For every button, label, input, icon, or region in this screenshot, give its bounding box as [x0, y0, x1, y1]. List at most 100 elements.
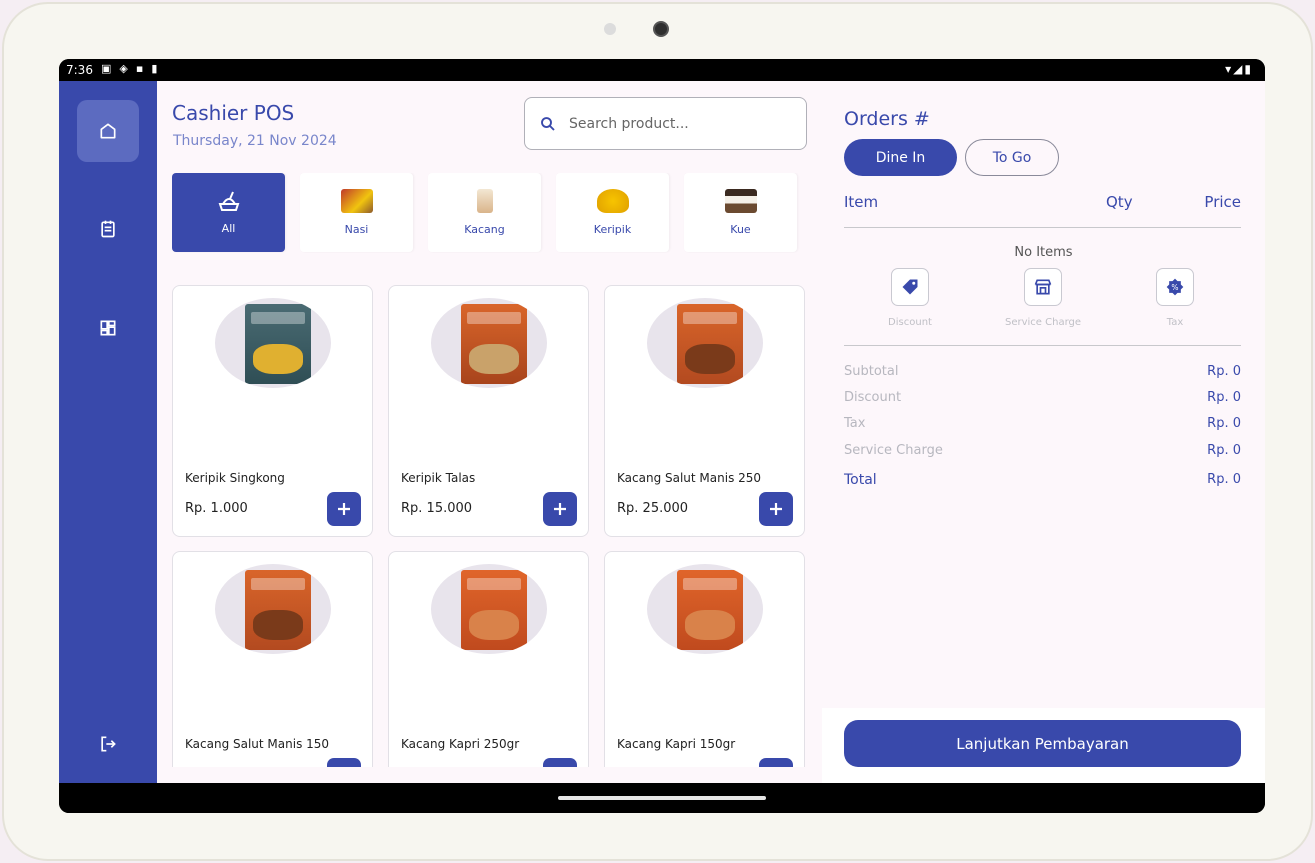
product-grid: Keripik Singkong Rp. 1.000 Keripik Talas… [172, 285, 807, 767]
product-card[interactable]: Kacang Salut Manis 150 [172, 551, 373, 767]
plus-icon [770, 503, 782, 515]
column-header-item: Item [844, 193, 879, 211]
search-input[interactable]: Search product... [524, 97, 807, 150]
empty-orders-text: No Items [1014, 245, 1073, 260]
product-card[interactable]: Keripik Singkong Rp. 1.000 [172, 285, 373, 537]
wifi-signal-battery-icons: ▾◢▮ [1225, 62, 1253, 76]
tax-option[interactable]: % Tax [1115, 268, 1235, 328]
category-kacang[interactable]: Kacang [428, 173, 541, 252]
product-card[interactable]: Kacang Kapri 150gr [604, 551, 805, 767]
logout-icon [101, 736, 116, 752]
status-time: 7:36 [66, 63, 93, 77]
sidebar-item-logout[interactable] [77, 713, 139, 775]
nasi-image [340, 189, 373, 213]
system-navigation-bar [59, 783, 1265, 813]
tax-summary-label: Tax [844, 416, 866, 431]
product-name: Keripik Singkong [185, 471, 285, 485]
discount-option[interactable]: Discount [850, 268, 970, 328]
calendar-icon: ▣ [101, 62, 112, 75]
kue-image [724, 189, 757, 213]
page-date: Thursday, 21 Nov 2024 [173, 133, 337, 149]
keripik-image [596, 189, 629, 213]
percent-badge-icon: % [1166, 278, 1184, 296]
category-nasi[interactable]: Nasi [300, 173, 413, 252]
sidebar-item-home[interactable] [77, 100, 139, 162]
category-all[interactable]: All [172, 173, 285, 252]
add-to-cart-button[interactable] [543, 758, 577, 767]
add-to-cart-button[interactable] [327, 492, 361, 526]
food-icon [218, 191, 239, 211]
home-gesture-handle[interactable] [558, 796, 766, 800]
product-card[interactable]: Keripik Talas Rp. 15.000 [388, 285, 589, 537]
total-label: Total [844, 472, 877, 488]
category-label: Nasi [344, 223, 369, 236]
search-placeholder: Search product... [569, 115, 689, 132]
product-name: Keripik Talas [401, 471, 476, 485]
subtotal-label: Subtotal [844, 364, 899, 379]
dashboard-icon [100, 320, 116, 336]
camera-lens [653, 21, 669, 37]
category-label: Kacang [464, 223, 505, 236]
plus-icon [338, 503, 350, 515]
category-kue[interactable]: Kue [684, 173, 797, 252]
service-charge-option[interactable]: Service Charge [983, 268, 1103, 328]
to-go-button[interactable]: To Go [965, 139, 1059, 176]
dine-in-button[interactable]: Dine In [844, 139, 957, 176]
service-charge-value: Rp. 0 [1207, 443, 1241, 458]
category-tabs: All Nasi Kacang Keripik Kue [172, 173, 807, 253]
kacang-image [476, 189, 493, 213]
discount-value: Rp. 0 [1207, 390, 1241, 405]
sd-card-icon: ▮ [151, 62, 158, 75]
screen: 7:36 ▣ ◈ ▪ ▮ ▾◢▮ Cashier POS Thursday, 2… [59, 59, 1265, 813]
product-name: Kacang Salut Manis 250 [617, 471, 762, 485]
column-header-qty: Qty [1106, 193, 1133, 211]
total-value: Rp. 0 [1207, 472, 1241, 487]
product-card[interactable]: Kacang Salut Manis 250 Rp. 25.000 [604, 285, 805, 537]
add-to-cart-button[interactable] [327, 758, 361, 767]
discount-row: Discount Rp. 0 [844, 390, 1241, 405]
pos-app: Cashier POS Thursday, 21 Nov 2024 Search… [59, 81, 1265, 783]
plus-icon [554, 503, 566, 515]
search-icon [541, 116, 555, 131]
orders-title: Orders # [844, 108, 930, 130]
service-charge-label: Service Charge [1004, 317, 1082, 328]
add-to-cart-button[interactable] [759, 758, 793, 767]
status-bar: 7:36 ▣ ◈ ▪ ▮ ▾◢▮ [59, 59, 1265, 81]
subtotal-value: Rp. 0 [1207, 364, 1241, 379]
continue-payment-button[interactable]: Lanjutkan Pembayaran [844, 720, 1241, 767]
category-label: Keripik [593, 223, 632, 236]
product-image [431, 298, 547, 388]
product-name: Kacang Kapri 150gr [617, 737, 736, 751]
orders-panel: Orders # Dine In To Go Item Qty Price No… [822, 81, 1265, 783]
tablet-frame: 7:36 ▣ ◈ ▪ ▮ ▾◢▮ Cashier POS Thursday, 2… [2, 2, 1313, 861]
product-card[interactable]: Kacang Kapri 250gr [388, 551, 589, 767]
tax-label: Tax [1166, 317, 1184, 328]
add-to-cart-button[interactable] [759, 492, 793, 526]
discount-label: Discount [888, 317, 932, 328]
tax-value: Rp. 0 [1207, 416, 1241, 431]
app-icon: ▪ [135, 62, 144, 75]
divider [844, 345, 1241, 346]
sensor-dot [604, 23, 616, 35]
subtotal-row: Subtotal Rp. 0 [844, 364, 1241, 379]
add-to-cart-button[interactable] [543, 492, 577, 526]
column-header-price: Price [1204, 193, 1241, 211]
category-label: Kue [730, 223, 751, 236]
sidebar-item-dashboard[interactable] [77, 297, 139, 359]
service-charge-button[interactable] [1024, 268, 1062, 306]
clipboard-icon [101, 220, 115, 238]
product-image [647, 298, 763, 388]
store-icon [1034, 279, 1052, 295]
product-name: Kacang Kapri 250gr [401, 737, 520, 751]
sidebar [59, 81, 157, 783]
sidebar-item-orders[interactable] [77, 198, 139, 260]
tax-button[interactable]: % [1156, 268, 1194, 306]
category-keripik[interactable]: Keripik [556, 173, 669, 252]
discount-button[interactable] [891, 268, 929, 306]
status-notification-icons: ▣ ◈ ▪ ▮ [101, 62, 157, 75]
total-row: Total Rp. 0 [844, 472, 1241, 488]
service-charge-row: Service Charge Rp. 0 [844, 443, 1241, 458]
divider [844, 227, 1241, 228]
home-icon [100, 123, 116, 139]
product-image [647, 564, 763, 654]
